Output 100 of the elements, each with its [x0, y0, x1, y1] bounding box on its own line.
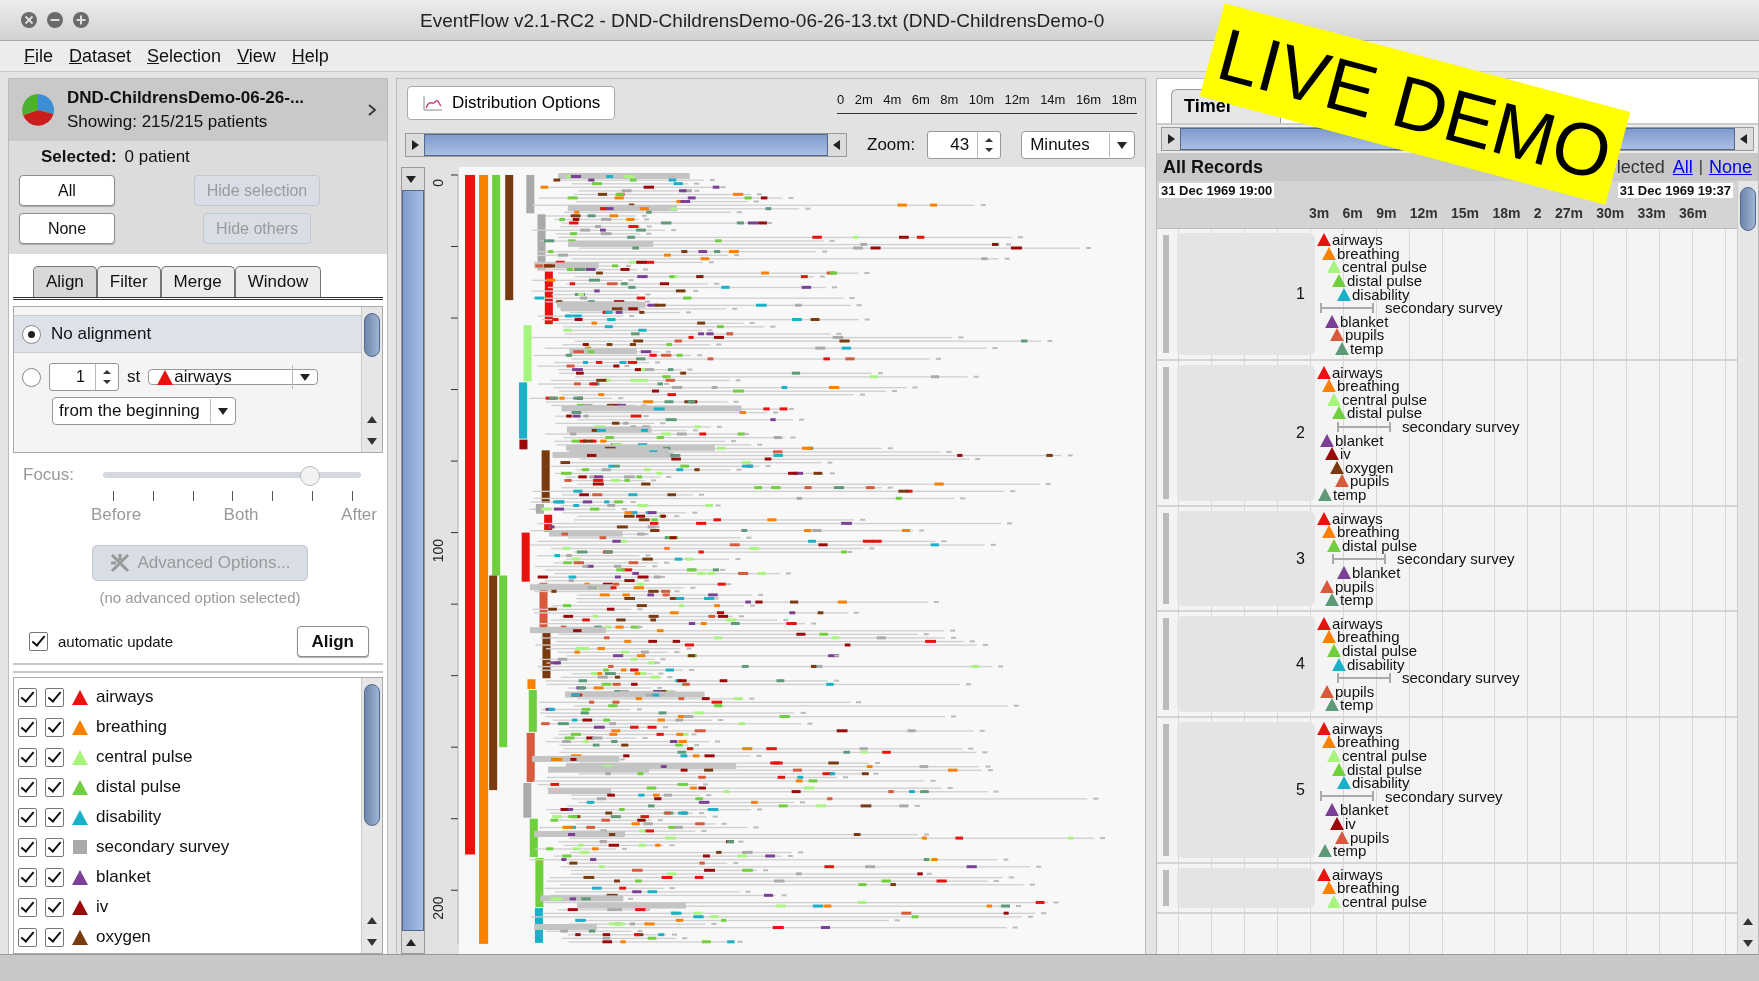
drag-handle[interactable]	[1163, 618, 1169, 710]
category-label: disability	[96, 807, 162, 827]
record-label[interactable]: 3	[1177, 511, 1315, 607]
checkbox[interactable]	[45, 717, 64, 737]
event-label: secondary survey	[1402, 418, 1520, 435]
focus-slider[interactable]	[103, 465, 361, 485]
axis-label: 2m	[854, 92, 873, 107]
selected-count: 0 patient	[124, 147, 190, 167]
option-label: No alignment	[51, 324, 152, 344]
start-date: 31 Dec 1969 19:00	[1159, 183, 1275, 198]
axis-label: 3m	[1309, 205, 1330, 221]
close-icon[interactable]	[20, 11, 38, 29]
record-label[interactable]: 5	[1177, 721, 1315, 858]
dataset-name: DND-ChildrensDemo-06-26-...	[67, 88, 306, 108]
tab[interactable]: Window	[234, 266, 322, 297]
checkbox[interactable]	[18, 747, 37, 767]
axis-label: 200	[430, 896, 446, 920]
drag-handle[interactable]	[1163, 869, 1169, 907]
selection-button[interactable]: All	[19, 175, 115, 206]
axis-label: 30m	[1596, 205, 1625, 221]
checkbox[interactable]	[18, 777, 37, 797]
category-label: blanket	[96, 867, 151, 887]
dataset-header[interactable]: DND-ChildrensDemo-06-26-... Showing: 215/215 patients	[9, 79, 387, 141]
checkbox[interactable]	[18, 927, 37, 947]
event-label: secondary survey	[1402, 669, 1520, 687]
checkbox[interactable]	[45, 747, 64, 767]
category-label: secondary survey	[96, 837, 230, 857]
drag-handle[interactable]	[1163, 235, 1169, 354]
record-number: 4	[1296, 655, 1305, 673]
tab[interactable]: Filter	[96, 266, 161, 297]
chart-icon	[422, 94, 444, 112]
unit-dropdown[interactable]: Minutes	[1021, 131, 1136, 159]
axis-label: 4m	[883, 92, 902, 107]
zoom-label: Zoom:	[867, 135, 916, 155]
tick-label: After	[341, 505, 377, 525]
record-number: 5	[1296, 780, 1305, 799]
maximize-icon[interactable]	[72, 11, 90, 29]
axis-label: 9m	[1376, 205, 1397, 221]
checkbox[interactable]	[45, 837, 64, 857]
radio-button[interactable]	[22, 367, 41, 387]
link[interactable]: All	[1672, 156, 1693, 178]
checkbox[interactable]	[18, 867, 37, 887]
axis-label: 0	[837, 92, 845, 107]
checkbox[interactable]	[45, 867, 64, 887]
checkbox[interactable]	[18, 807, 37, 827]
record-label[interactable]: 2	[1177, 365, 1315, 502]
scrollbar-thumb[interactable]	[364, 684, 380, 826]
anchor-dropdown[interactable]: from the beginning	[52, 397, 236, 425]
axis-label: 6m	[1342, 205, 1363, 221]
scrollbar-thumb[interactable]	[364, 313, 380, 357]
minimize-icon[interactable]	[46, 11, 64, 29]
tab[interactable]: Align	[33, 266, 97, 297]
selection-button[interactable]: None	[19, 213, 115, 244]
menu-item[interactable]: Dataset	[67, 45, 134, 67]
align-button[interactable]: Align	[296, 626, 369, 657]
patient-count: Showing: 215/215 patients	[67, 112, 269, 132]
tick-label: Before	[91, 505, 142, 525]
ordinal-suffix: st	[127, 367, 141, 387]
axis-label: 36m	[1678, 205, 1707, 221]
record-label[interactable]: 1	[1177, 233, 1315, 356]
link[interactable]: None	[1708, 156, 1752, 178]
drag-handle[interactable]	[1163, 367, 1169, 500]
scrollbar-thumb[interactable]	[424, 134, 828, 156]
checkbox[interactable]	[45, 897, 64, 917]
count-spinner[interactable]: 1	[49, 363, 119, 391]
selected-label: Selected:	[41, 147, 117, 167]
axis-label: 12m	[1004, 92, 1030, 107]
status-note: (no advanced option selected)	[99, 589, 301, 606]
category-label: oxygen	[96, 927, 151, 947]
checkbox[interactable]	[45, 687, 64, 707]
checkbox[interactable]	[29, 632, 48, 651]
checkbox[interactable]	[18, 687, 37, 707]
drag-handle[interactable]	[1163, 723, 1169, 856]
checkbox[interactable]	[45, 927, 64, 947]
radio-button[interactable]	[22, 324, 41, 344]
record-number: 1	[1296, 285, 1305, 304]
menu-item[interactable]: Selection	[145, 45, 224, 67]
checkbox[interactable]	[45, 807, 64, 827]
record-label[interactable]: 4	[1177, 616, 1315, 712]
scrollbar-thumb[interactable]	[402, 190, 424, 931]
axis-label: 16m	[1075, 92, 1102, 107]
scrollbar-thumb[interactable]	[1740, 187, 1756, 231]
drag-handle[interactable]	[1163, 513, 1169, 605]
menu-item[interactable]: File	[22, 45, 55, 67]
checkbox[interactable]	[45, 777, 64, 797]
distribution-options-button[interactable]: Distribution Options	[407, 86, 616, 120]
record-number: 3	[1296, 549, 1305, 568]
checkbox[interactable]	[18, 837, 37, 857]
category-label: central pulse	[96, 747, 193, 767]
axis-label: 0	[430, 179, 446, 187]
menu-item[interactable]: View	[235, 45, 278, 67]
slider-thumb[interactable]	[300, 466, 321, 486]
zoom-spinner[interactable]: 43	[927, 131, 1002, 159]
menu-item[interactable]: Help	[289, 45, 331, 67]
checkbox[interactable]	[18, 897, 37, 917]
checkbox[interactable]	[18, 717, 37, 737]
axis-label: 6m	[911, 92, 930, 107]
tick-label: Both	[223, 505, 259, 525]
tab[interactable]: Merge	[160, 266, 235, 297]
end-date: 31 Dec 1969 19:37	[1617, 183, 1733, 198]
